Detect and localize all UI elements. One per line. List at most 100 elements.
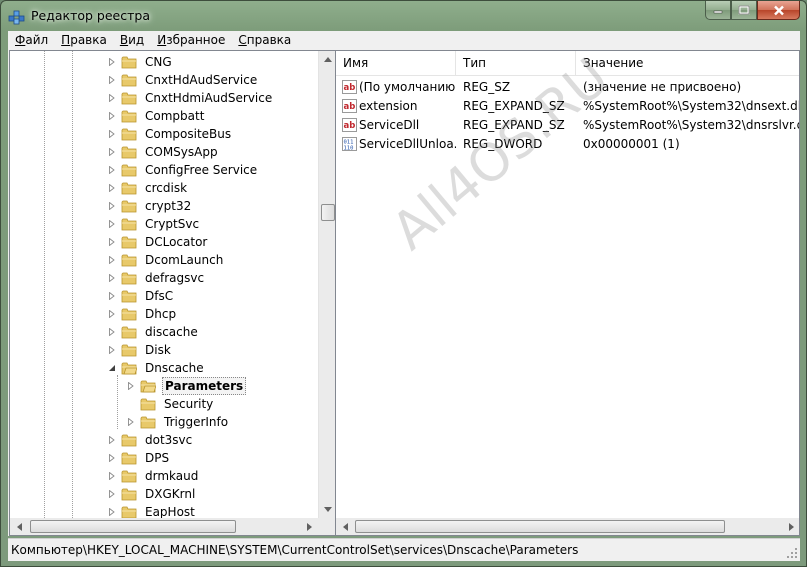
tree-guide-line — [117, 375, 118, 429]
expand-arrow-icon[interactable] — [107, 89, 117, 107]
close-button[interactable] — [757, 1, 800, 20]
tree-item[interactable]: CryptSvc — [107, 215, 201, 233]
column-header-data[interactable]: Значение — [576, 51, 799, 76]
resize-grip-icon[interactable] — [786, 547, 798, 559]
arrow-right-icon — [306, 522, 312, 531]
expand-arrow-icon[interactable] — [107, 269, 117, 287]
value-row[interactable]: ab ServiceDll REG_EXPAND_SZ %SystemRoot%\Sy… — [336, 115, 799, 134]
arrow-left-icon — [16, 522, 22, 531]
tree-item[interactable]: CnxtHdAudService — [107, 71, 259, 89]
expand-arrow-icon[interactable] — [107, 251, 117, 269]
scroll-left-button[interactable] — [10, 518, 28, 535]
values-scroll-left-button[interactable] — [336, 518, 354, 535]
expand-arrow-icon[interactable] — [107, 485, 117, 503]
menu-item[interactable]: Вид — [113, 31, 150, 50]
expand-arrow-icon[interactable] — [126, 413, 136, 431]
collapse-arrow-icon[interactable] — [107, 359, 117, 377]
menu-item[interactable]: Справка — [231, 31, 297, 50]
expand-arrow-icon[interactable] — [107, 161, 117, 179]
tree-item[interactable]: EapHost — [107, 503, 197, 518]
tree-item[interactable]: DCLocator — [107, 233, 209, 251]
tree-item-label: crypt32 — [145, 199, 192, 213]
tree-item[interactable]: drmkaud — [107, 467, 200, 485]
value-row[interactable]: 011 110 ServiceDllUnloa... REG_DWORD 0x0000… — [336, 134, 799, 153]
tree-item-label: DPS — [145, 451, 170, 465]
tree-item[interactable]: crypt32 — [107, 197, 193, 215]
values-horizontal-thumb[interactable] — [355, 520, 725, 533]
tree-item[interactable]: Security — [126, 395, 215, 413]
tree-item[interactable]: Parameters — [126, 377, 247, 395]
menu-accelerator: С — [238, 33, 247, 47]
expand-arrow-icon[interactable] — [107, 467, 117, 485]
tree-item[interactable]: DPS — [107, 449, 171, 467]
value-name-cell: ab (По умолчанию) — [336, 79, 456, 94]
tree-item[interactable]: TriggerInfo — [126, 413, 230, 431]
tree-item-label: COMSysApp — [145, 145, 218, 159]
tree-item[interactable]: dot3svc — [107, 431, 194, 449]
value-row[interactable]: ab (По умолчанию) REG_SZ (значение не присв… — [336, 77, 799, 96]
expand-arrow-icon[interactable] — [107, 143, 117, 161]
expand-arrow-icon[interactable] — [126, 377, 136, 395]
expand-arrow-icon[interactable] — [107, 305, 117, 323]
folder-icon — [121, 434, 137, 447]
expand-arrow-icon[interactable] — [107, 197, 117, 215]
key-tree-pane[interactable]: CNG CnxtHdAudService CnxtHdmiAudService … — [9, 50, 337, 536]
values-pane[interactable]: Имя Тип Значение ab (По умолчанию) REG_SZ(… — [335, 50, 800, 536]
tree-item[interactable]: DXGKrnl — [107, 485, 197, 503]
expand-arrow-icon[interactable] — [107, 449, 117, 467]
column-header-name[interactable]: Имя — [336, 51, 456, 76]
expand-arrow-icon[interactable] — [107, 341, 117, 359]
expand-arrow-icon[interactable] — [107, 179, 117, 197]
tree-item[interactable]: CompositeBus — [107, 125, 233, 143]
folder-icon — [121, 92, 137, 105]
tree-item-label: DCLocator — [145, 235, 208, 249]
expand-arrow-icon[interactable] — [107, 125, 117, 143]
tree-horizontal-scrollbar[interactable] — [10, 518, 318, 535]
menu-item[interactable]: Файл — [8, 31, 54, 50]
expand-arrow-icon[interactable] — [107, 71, 117, 89]
maximize-button[interactable] — [731, 1, 757, 20]
expand-arrow-icon[interactable] — [107, 107, 117, 125]
tree-item[interactable]: defragsvc — [107, 269, 206, 287]
tree-item[interactable]: crcdisk — [107, 179, 189, 197]
folder-icon — [121, 110, 137, 123]
folder-icon — [140, 398, 156, 411]
expand-arrow-icon[interactable] — [107, 233, 117, 251]
menu-accelerator: И — [157, 33, 167, 47]
tree-item[interactable]: CnxtHdmiAudService — [107, 89, 274, 107]
tree-vertical-thumb[interactable] — [321, 204, 335, 221]
menu-item[interactable]: Избранное — [150, 31, 231, 50]
tree-item[interactable]: COMSysApp — [107, 143, 220, 161]
tree-item[interactable]: ConfigFree Service — [107, 161, 259, 179]
values-horizontal-scrollbar[interactable] — [336, 518, 799, 535]
column-header-type[interactable]: Тип — [456, 51, 576, 76]
tree-item[interactable]: discache — [107, 323, 200, 341]
expand-arrow-icon[interactable] — [107, 323, 117, 341]
menu-item[interactable]: Правка — [54, 31, 113, 50]
expand-arrow-icon[interactable] — [107, 215, 117, 233]
tree-item-label: defragsvc — [145, 271, 205, 285]
tree-item[interactable]: Compbatt — [107, 107, 206, 125]
tree-item[interactable]: Dhcp — [107, 305, 178, 323]
expand-arrow-icon[interactable] — [107, 287, 117, 305]
expand-arrow-icon[interactable] — [107, 431, 117, 449]
value-name: ServiceDll — [359, 117, 420, 132]
values-scroll-right-button[interactable] — [782, 518, 799, 535]
window-title: Редактор реестра — [31, 8, 150, 23]
value-type: REG_SZ — [463, 79, 511, 94]
expand-arrow-icon[interactable] — [107, 53, 117, 71]
scroll-right-button[interactable] — [300, 518, 318, 535]
minimize-button[interactable] — [705, 1, 731, 20]
expand-arrow-icon[interactable] — [107, 503, 117, 518]
tree-item[interactable]: DcomLaunch — [107, 251, 225, 269]
title-bar[interactable]: Редактор реестра — [1, 1, 806, 31]
tree-item-label: DcomLaunch — [145, 253, 224, 267]
tree-item[interactable]: DfsC — [107, 287, 175, 305]
tree-horizontal-thumb[interactable] — [30, 520, 236, 533]
tree-item[interactable]: Disk — [107, 341, 173, 359]
tree-item[interactable]: CNG — [107, 53, 174, 71]
tree-item[interactable]: Dnscache — [107, 359, 206, 377]
value-row[interactable]: ab extension REG_EXPAND_SZ %SystemRoot%\Sys… — [336, 96, 799, 115]
tree-vertical-scrollbar[interactable] — [318, 51, 336, 518]
tree-item-label: DXGKrnl — [145, 487, 196, 501]
